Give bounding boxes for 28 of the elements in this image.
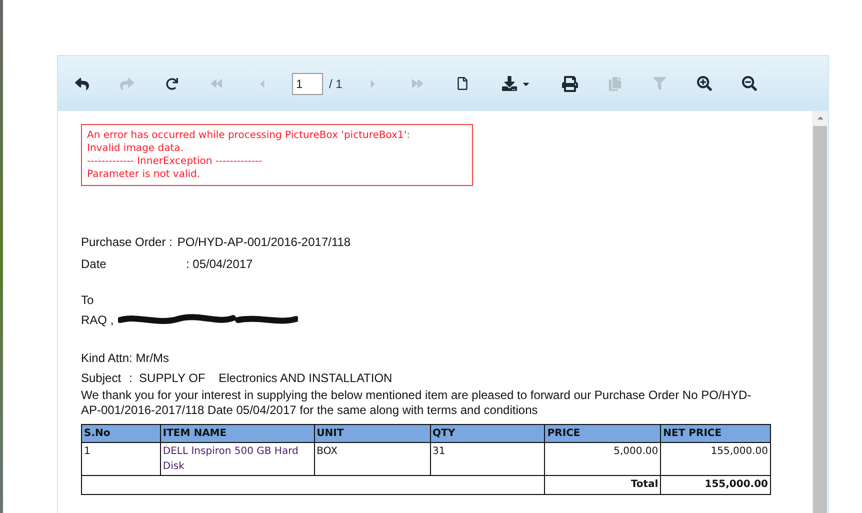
- page-number-field[interactable]: 1: [292, 72, 323, 94]
- total-label: Total: [544, 476, 660, 494]
- date-value: : 05/04/2017: [186, 256, 253, 273]
- table-cell: DELL Inspiron 500 GB Hard Disk: [160, 443, 314, 475]
- subject-label: Subject: [81, 370, 122, 387]
- error-message: An error has occurred while processing PictureBox 'pictureBox1': Invalid image data. ------------- InnerException ------------- Parameter is not valid.: [81, 124, 473, 186]
- column-header: NET PRICE: [660, 425, 770, 442]
- recipient-name: RAQ ,: [81, 312, 114, 329]
- table-cell: 155,000.00: [660, 443, 770, 475]
- total-value: 155,000.00: [660, 476, 770, 494]
- column-header: QTY: [430, 425, 544, 442]
- table-cell: 5,000.00: [544, 443, 660, 475]
- kind-attention: Kind Attn: Mr/Ms: [81, 350, 170, 367]
- column-header: ITEM NAME: [160, 425, 314, 442]
- scrollbar-thumb[interactable]: [813, 126, 827, 513]
- body-paragraph: We thank you for your interest in supplying the below mentioned item are pleased to forward our Purchase Order No PO/HYD-AP-001/2016-2017/118 Date 05/04/2017 for the same along with terms and conditions: [81, 388, 752, 418]
- page-count: / 1: [329, 76, 342, 92]
- column-header: PRICE: [544, 425, 660, 442]
- table-cell: BOX: [314, 443, 430, 475]
- table-cell: 31: [430, 443, 544, 475]
- purchase-order-number: PO/HYD-AP-001/2016-2017/118: [177, 234, 351, 251]
- subject-text: : SUPPLY OF Electronics AND INSTALLATION: [129, 370, 392, 387]
- table-cell-text: 1: [83, 445, 92, 459]
- date-label: Date: [81, 256, 108, 273]
- purchase-order-label: Purchase Order :: [81, 234, 172, 251]
- column-header: UNIT: [314, 425, 430, 442]
- to-label: To: [81, 292, 95, 309]
- column-header: S.No: [83, 427, 112, 441]
